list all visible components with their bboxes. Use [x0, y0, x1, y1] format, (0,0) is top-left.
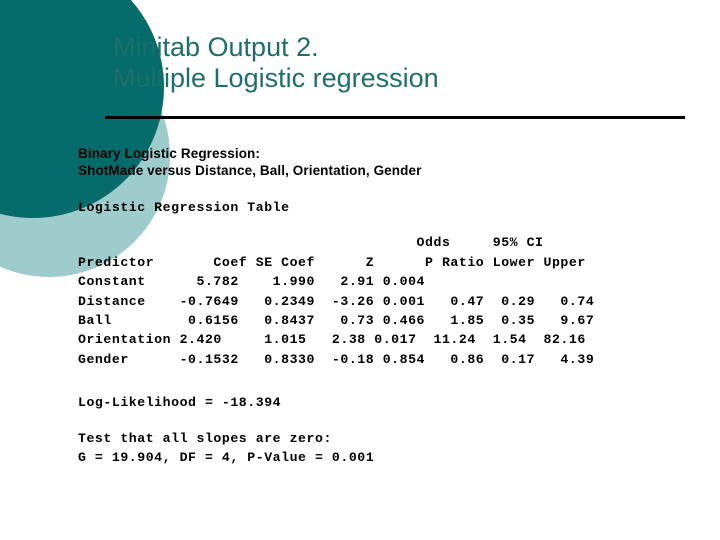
- title-divider: [105, 116, 685, 119]
- slopes-test-values: G = 19.904, DF = 4, P-Value = 0.001: [78, 450, 375, 466]
- table-row: Constant 5.782 1.990 2.91 0.004: [78, 274, 426, 290]
- title-line-1: Minitab Output 2.: [113, 32, 319, 62]
- log-likelihood: Log-Likelihood = -18.394: [78, 395, 282, 411]
- table-header-main: Predictor Coef SE Coef Z P Ratio Lower U…: [78, 254, 586, 270]
- table-row: Gender -0.1532 0.8330 -0.18 0.854 0.86 0…: [78, 351, 595, 367]
- table-caption: Logistic Regression Table: [78, 200, 290, 215]
- slide: Minitab Output 2. Multiple Logistic regr…: [0, 0, 720, 540]
- output-heading-line-1: Binary Logistic Regression:: [78, 146, 260, 161]
- minitab-output: Binary Logistic Regression: ShotMade ver…: [78, 145, 698, 467]
- slopes-test-caption: Test that all slopes are zero:: [78, 430, 332, 446]
- output-heading-line-2: ShotMade versus Distance, Ball, Orientat…: [78, 163, 422, 178]
- table-row: Orientation 2.420 1.015 2.38 0.017 11.24…: [78, 332, 586, 348]
- table-row: Distance -0.7649 0.2349 -3.26 0.001 0.47…: [78, 293, 595, 309]
- title-line-2: Multiple Logistic regression: [113, 63, 439, 93]
- table-header-top: Odds 95% CI: [78, 235, 544, 251]
- page-title: Minitab Output 2. Multiple Logistic regr…: [113, 32, 693, 94]
- table-row: Ball 0.6156 0.8437 0.73 0.466 1.85 0.35 …: [78, 313, 595, 329]
